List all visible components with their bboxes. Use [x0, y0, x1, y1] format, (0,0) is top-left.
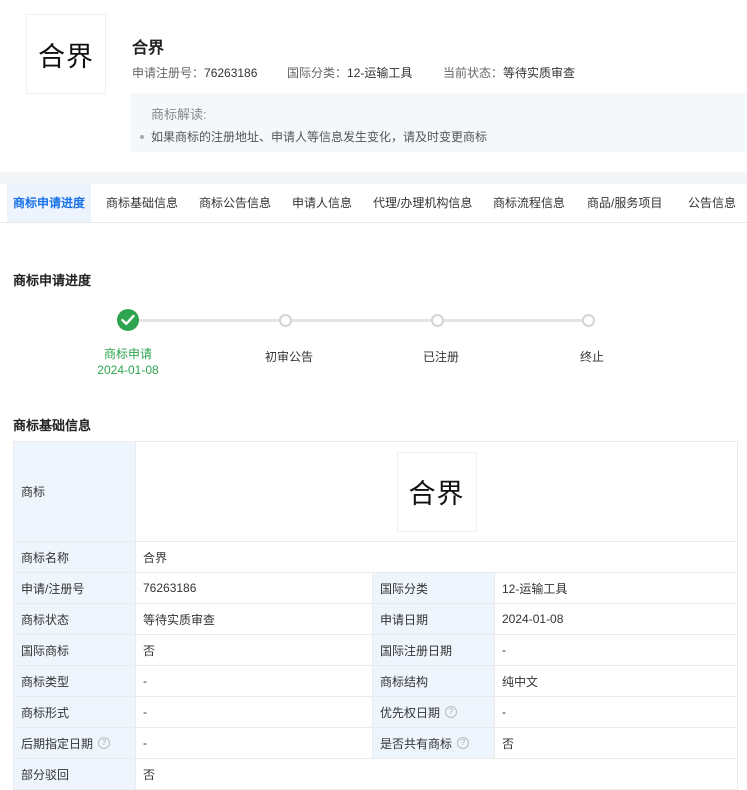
reg-no-value: 76263186 [204, 66, 258, 80]
table-value-cell: - [135, 665, 373, 697]
table-key-cell: 是否共有商标? [372, 727, 495, 759]
table-value-cell: 2024-01-08 [493, 603, 739, 635]
tab-basic-info[interactable]: 商标基础信息 [106, 184, 178, 222]
trademark-image: 合界 [396, 451, 477, 532]
table-key-cell: 申请/注册号 [13, 572, 136, 604]
tab-goods-services[interactable]: 商品/服务项目 [587, 184, 662, 222]
table-value-cell: 纯中文 [493, 665, 739, 697]
trademark-header: 合界 合界 申请注册号：76263186 国际分类：12-运输工具 当前状态：等… [0, 0, 747, 172]
interpretation-tip-text: 如果商标的注册地址、申请人等信息发生变化，请及时变更商标 [151, 130, 488, 144]
step-label-terminated: 终止 [579, 350, 604, 364]
basic-info-table: 商标 合界 商标名称 合界 申请/注册号 76263186 国际分类 12-运输… [13, 441, 739, 790]
table-key-cell: 国际商标 [13, 634, 136, 666]
table-row: 后期指定日期? - 是否共有商标? 否 [13, 727, 739, 759]
table-value-cell: 12-运输工具 [493, 572, 739, 604]
interpretation-tip: 如果商标的注册地址、申请人等信息发生变化，请及时变更商标 [140, 128, 487, 145]
progress-section-title: 商标申请进度 [13, 273, 92, 288]
table-key-cell: 优先权日期? [372, 696, 495, 728]
step-label-registered: 已注册 [422, 350, 459, 364]
table-value-cell: - [493, 696, 739, 728]
table-value-cell: 合界 [134, 441, 739, 542]
interpretation-box: 商标解读: 如果商标的注册地址、申请人等信息发生变化，请及时变更商标 [130, 93, 747, 152]
table-key-cell: 部分驳回 [13, 758, 136, 790]
table-value-cell: 否 [493, 727, 739, 759]
table-value-cell: 76263186 [135, 572, 373, 604]
progress-track [139, 319, 588, 322]
table-key-cell: 商标名称 [13, 541, 136, 573]
table-value-cell: 合界 [134, 541, 739, 573]
table-key-cell: 国际分类 [372, 572, 495, 604]
priority-date-label: 优先权日期 [380, 705, 441, 720]
table-row: 部分驳回 否 [13, 758, 739, 790]
table-value-cell: - [135, 727, 373, 759]
status-value: 等待实质审查 [503, 66, 576, 80]
class-value: 12-运输工具 [347, 66, 413, 80]
trademark-name: 合界 [132, 40, 165, 57]
help-icon[interactable]: ? [457, 737, 470, 750]
tab-process-info[interactable]: 商标流程信息 [493, 184, 565, 222]
step-date-application: 2024-01-08 [97, 363, 159, 377]
table-key-cell: 商标类型 [13, 665, 136, 697]
table-value-cell: - [493, 634, 739, 666]
class-label: 国际分类： [287, 66, 348, 80]
tab-announcement-info[interactable]: 商标公告信息 [199, 184, 271, 222]
table-row: 商标名称 合界 [13, 541, 739, 573]
table-key-cell: 后期指定日期? [13, 727, 136, 759]
table-key-cell: 商标 [13, 441, 136, 542]
table-value-cell: 否 [134, 758, 739, 790]
basic-info-section-title: 商标基础信息 [13, 418, 92, 433]
table-key-cell: 商标状态 [13, 603, 136, 635]
tab-public-notice[interactable]: 公告信息 [688, 184, 736, 222]
trademark-logo: 合界 [26, 14, 106, 94]
class-meta: 国际分类：12-运输工具 [287, 64, 412, 81]
table-row: 申请/注册号 76263186 国际分类 12-运输工具 [13, 572, 739, 604]
step-pending-dot [431, 314, 444, 327]
table-key-cell: 国际注册日期 [372, 634, 495, 666]
interpretation-title: 商标解读: [151, 107, 207, 122]
table-row: 国际商标 否 国际注册日期 - [13, 634, 739, 666]
step-label-application: 商标申请 [103, 347, 152, 361]
table-key-cell: 商标形式 [13, 696, 136, 728]
table-row: 商标 合界 [13, 441, 739, 542]
reg-no-meta: 申请注册号：76263186 [132, 64, 257, 81]
table-row: 商标形式 - 优先权日期? - [13, 696, 739, 728]
step-pending-dot [582, 314, 595, 327]
status-label: 当前状态： [443, 66, 504, 80]
step-label-preliminary: 初审公告 [264, 350, 313, 364]
section-divider [0, 172, 747, 184]
reg-no-label: 申请注册号： [132, 66, 205, 80]
tab-applicant-info[interactable]: 申请人信息 [292, 184, 352, 222]
tab-application-progress[interactable]: 商标申请进度 [7, 184, 92, 222]
later-designation-label: 后期指定日期 [21, 736, 94, 751]
help-icon[interactable]: ? [98, 737, 111, 750]
table-row: 商标类型 - 商标结构 纯中文 [13, 665, 739, 697]
table-value-cell: 等待实质审查 [135, 603, 373, 635]
table-key-cell: 商标结构 [372, 665, 495, 697]
tab-agency-info[interactable]: 代理/办理机构信息 [373, 184, 472, 222]
table-key-cell: 申请日期 [372, 603, 495, 635]
help-icon[interactable]: ? [445, 706, 458, 719]
step-pending-dot [279, 314, 292, 327]
step-completed-check-icon [117, 309, 139, 331]
table-value-cell: 否 [135, 634, 373, 666]
bullet-icon [140, 134, 144, 139]
status-meta: 当前状态：等待实质审查 [443, 64, 575, 81]
shared-trademark-label: 是否共有商标 [380, 736, 453, 751]
tab-bar: 商标申请进度 商标基础信息 商标公告信息 申请人信息 代理/办理机构信息 商标流… [0, 184, 747, 223]
table-row: 商标状态 等待实质审查 申请日期 2024-01-08 [13, 603, 739, 635]
table-value-cell: - [135, 696, 373, 728]
